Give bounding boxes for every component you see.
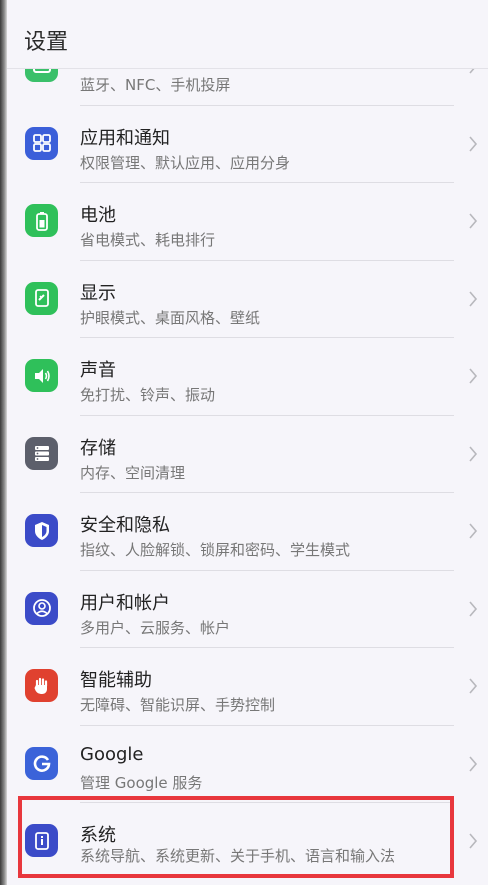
settings-item-battery[interactable]: 电池 省电模式、耗电排行 <box>7 183 488 261</box>
settings-item-apps[interactable]: 应用和通知 权限管理、默认应用、应用分身 <box>7 106 488 183</box>
settings-screen: 设置 蓝牙、NFC、手机投屏 应用和通知 权限管理、默认应用、应用分身 电池 省… <box>0 0 488 885</box>
item-desc: 蓝牙、NFC、手机投屏 <box>80 76 231 94</box>
settings-item-display[interactable]: 显示 护眼模式、桌面风格、壁纸 <box>7 261 488 338</box>
item-text: 电池 省电模式、耗电排行 <box>80 183 454 261</box>
chevron-right-icon <box>469 523 478 539</box>
item-label: 智能辅助 <box>80 670 152 691</box>
hand-icon <box>25 669 58 702</box>
item-desc: 省电模式、耗电排行 <box>80 231 216 249</box>
item-label: 声音 <box>80 360 116 381</box>
chevron-right-icon <box>469 833 478 849</box>
settings-item-storage[interactable]: 存储 内存、空间清理 <box>7 416 488 493</box>
item-label: 系统 <box>80 825 116 846</box>
shield-icon <box>25 514 58 547</box>
item-desc: 指纹、人脸解锁、锁屏和密码、学生模式 <box>80 541 351 559</box>
item-text: 系统 系统导航、系统更新、关于手机、语言和输入法 <box>80 803 454 881</box>
item-text: 安全和隐私 指纹、人脸解锁、锁屏和密码、学生模式 <box>80 493 454 571</box>
device-bezel <box>0 0 7 885</box>
item-desc: 护眼模式、桌面风格、壁纸 <box>80 308 261 327</box>
item-text: 智能辅助 无障碍、智能识屏、手势控制 <box>80 648 454 726</box>
google-icon <box>25 746 58 780</box>
system-info-icon <box>25 824 58 857</box>
item-text: 用户和帐户 多用户、云服务、帐户 <box>80 571 454 648</box>
item-label: 存储 <box>80 437 116 459</box>
item-label: 用户和帐户 <box>80 592 170 614</box>
chevron-right-icon <box>469 290 478 307</box>
item-label: 电池 <box>80 205 116 226</box>
chevron-right-icon <box>469 213 478 229</box>
settings-item-system[interactable]: 系统 系统导航、系统更新、关于手机、语言和输入法 <box>7 803 488 881</box>
item-desc: 免打扰、铃声、振动 <box>80 386 216 404</box>
item-desc: 多用户、云服务、帐户 <box>80 618 231 637</box>
item-label: Google <box>80 743 144 765</box>
item-desc: 内存、空间清理 <box>80 463 186 482</box>
chevron-right-icon <box>469 445 478 462</box>
page-title: 设置 <box>24 30 69 55</box>
battery-icon <box>25 204 58 237</box>
item-label: 显示 <box>80 282 116 304</box>
item-label: 应用和通知 <box>80 127 170 149</box>
user-icon <box>25 591 58 625</box>
chevron-right-icon <box>469 678 478 694</box>
settings-item-accounts[interactable]: 用户和帐户 多用户、云服务、帐户 <box>7 571 488 648</box>
item-text: Google 管理 Google 服务 <box>80 726 454 803</box>
item-label: 安全和隐私 <box>80 515 170 536</box>
item-text: 声音 免打扰、铃声、振动 <box>80 338 454 416</box>
speaker-icon <box>25 359 58 392</box>
item-text: 应用和通知 权限管理、默认应用、应用分身 <box>80 106 454 183</box>
item-desc: 系统导航、系统更新、关于手机、语言和输入法 <box>80 847 396 865</box>
storage-icon <box>25 436 58 470</box>
chevron-right-icon <box>469 368 478 384</box>
header: 设置 <box>7 0 488 69</box>
item-desc: 权限管理、默认应用、应用分身 <box>80 153 291 172</box>
settings-item-google[interactable]: Google 管理 Google 服务 <box>7 726 488 803</box>
item-desc: 无障碍、智能识屏、手势控制 <box>80 696 276 714</box>
settings-item-assist[interactable]: 智能辅助 无障碍、智能识屏、手势控制 <box>7 648 488 726</box>
item-desc: 管理 Google 服务 <box>80 773 203 792</box>
settings-list[interactable]: 蓝牙、NFC、手机投屏 应用和通知 权限管理、默认应用、应用分身 电池 省电模式… <box>7 28 488 881</box>
item-text: 存储 内存、空间清理 <box>80 416 454 493</box>
display-icon <box>25 281 58 315</box>
item-text: 显示 护眼模式、桌面风格、壁纸 <box>80 261 454 338</box>
settings-item-sound[interactable]: 声音 免打扰、铃声、振动 <box>7 338 488 416</box>
chevron-right-icon <box>469 600 478 617</box>
apps-grid-icon <box>25 126 58 160</box>
chevron-right-icon <box>469 135 478 152</box>
chevron-right-icon <box>469 755 478 772</box>
settings-item-security[interactable]: 安全和隐私 指纹、人脸解锁、锁屏和密码、学生模式 <box>7 493 488 571</box>
